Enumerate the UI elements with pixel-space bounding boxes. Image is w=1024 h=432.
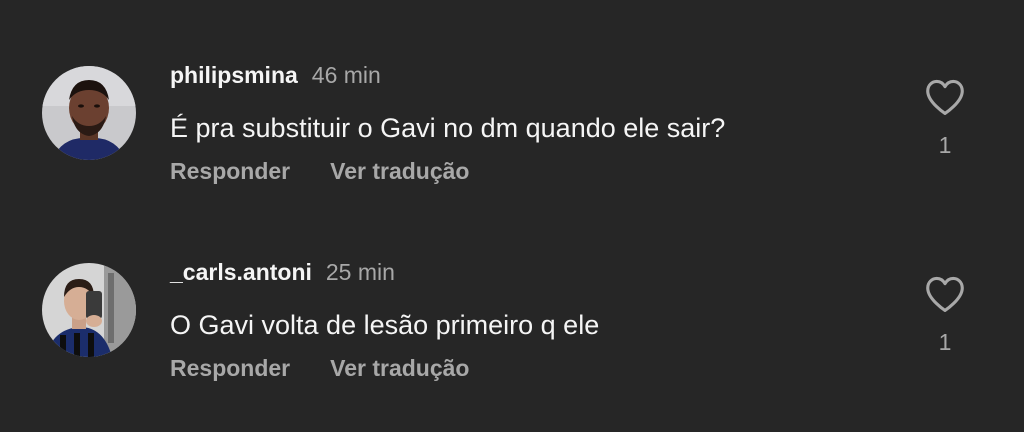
comments-list: philipsmina 46 min É pra substituir o Gav… <box>0 0 1024 432</box>
avatar[interactable] <box>42 66 136 160</box>
username[interactable]: _carls.antoni <box>170 259 312 285</box>
reply-button[interactable]: Responder <box>170 158 290 184</box>
comment-meta: philipsmina 46 min <box>170 60 381 90</box>
translate-button[interactable]: Ver tradução <box>330 355 469 381</box>
like-button[interactable]: 1 <box>922 275 968 356</box>
like-count: 1 <box>938 132 952 158</box>
comment-item: _carls.antoni 25 min O Gavi volta de lesã… <box>0 229 1024 409</box>
comment-time: 46 min <box>311 62 381 88</box>
comment-actions: Responder Ver tradução <box>170 156 469 186</box>
comment-text: O Gavi volta de lesão primeiro q ele <box>170 310 600 340</box>
heart-outline-icon[interactable] <box>924 275 966 313</box>
comment-text: É pra substituir o Gavi no dm quando ele… <box>170 113 726 143</box>
heart-outline-icon[interactable] <box>924 78 966 116</box>
reply-button[interactable]: Responder <box>170 355 290 381</box>
like-button[interactable]: 1 <box>922 78 968 159</box>
like-count: 1 <box>938 329 952 355</box>
translate-button[interactable]: Ver tradução <box>330 158 469 184</box>
comment-item: philipsmina 46 min É pra substituir o Gav… <box>0 32 1024 212</box>
avatar-image <box>42 263 136 357</box>
comment-meta: _carls.antoni 25 min <box>170 257 395 287</box>
avatar[interactable] <box>42 263 136 357</box>
username[interactable]: philipsmina <box>170 62 298 88</box>
comment-time: 25 min <box>325 259 395 285</box>
comment-actions: Responder Ver tradução <box>170 353 469 383</box>
avatar-image <box>42 66 136 160</box>
